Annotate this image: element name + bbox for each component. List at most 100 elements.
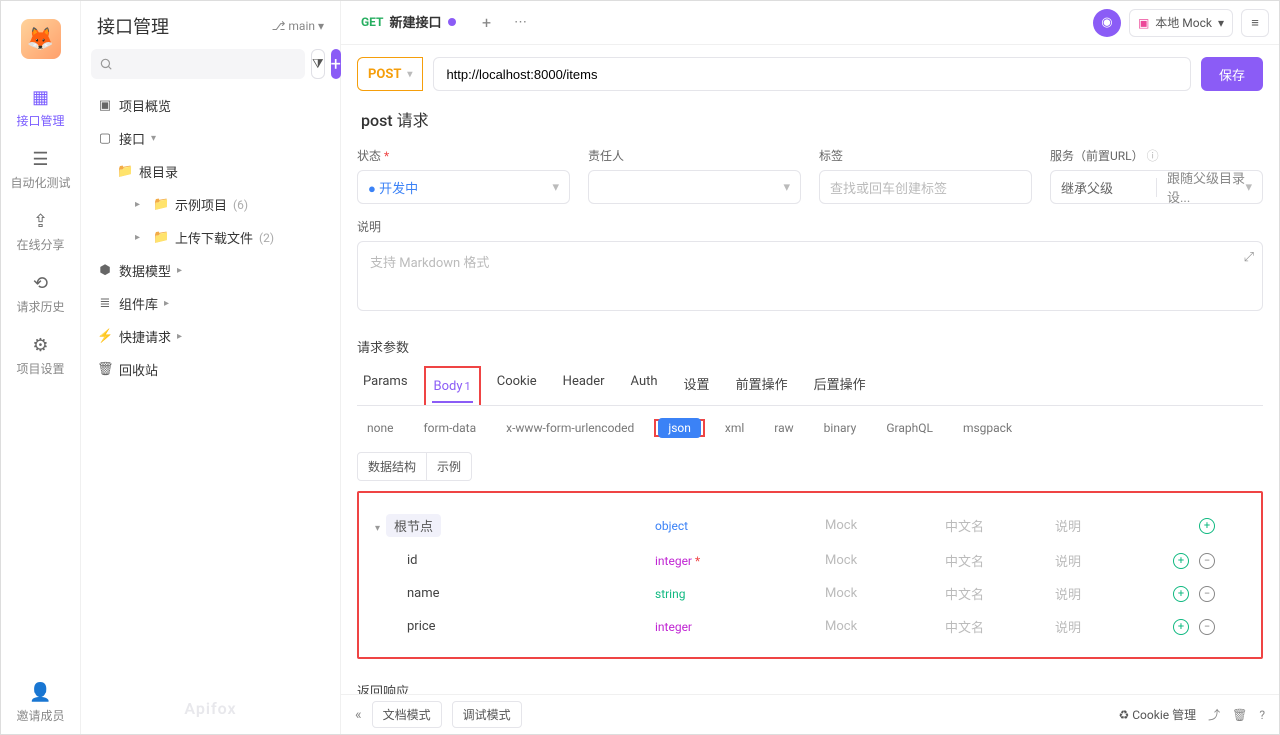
doc-mode-button[interactable]: 文档模式	[372, 701, 442, 728]
nav-rail: 🦊 ▦接口管理 ☰自动化测试 ⇪在线分享 ⟲请求历史 ⚙项目设置 👤邀请成员	[1, 1, 81, 734]
rail-automation[interactable]: ☰自动化测试	[1, 139, 80, 201]
folder-icon: 📁	[153, 197, 169, 212]
param-tabs: Params Body1 Cookie Header Auth 设置 前置操作 …	[357, 366, 1263, 406]
tab-cookie[interactable]: Cookie	[495, 366, 539, 405]
schema-row-root[interactable]: ▾根节点 object Mock 中文名 说明 +	[371, 507, 1249, 544]
body-type-formdata[interactable]: form-data	[417, 418, 482, 438]
service-follow-selector[interactable]: 跟随父级目录设...▾	[1157, 168, 1262, 206]
tab-new-api[interactable]: GET 新建接口	[351, 6, 466, 39]
tree-data-model[interactable]: ⬢数据模型▸	[91, 254, 330, 287]
tab-body[interactable]: Body1	[432, 371, 473, 402]
tags-input[interactable]: 查找或回车创建标签	[819, 170, 1032, 204]
add-api-button[interactable]: +	[331, 49, 341, 79]
caret-icon[interactable]: ▾	[375, 523, 380, 534]
rail-history[interactable]: ⟲请求历史	[1, 263, 80, 325]
help-icon[interactable]: ?	[1259, 708, 1265, 722]
model-icon: ⬢	[97, 263, 113, 278]
sidebar: 接口管理 ⎇ main ▾ ⧩ + ▣项目概览 ▢接口▾ 📁根目录 ▸📁示例项目…	[81, 1, 341, 734]
tab-header[interactable]: Header	[561, 366, 607, 405]
run-button[interactable]: ◉	[1093, 9, 1121, 37]
body-type-binary[interactable]: binary	[818, 418, 863, 438]
add-field-button[interactable]: +	[1173, 619, 1189, 635]
tree-trash[interactable]: 🗑回收站	[91, 353, 330, 386]
api-group-icon: ▢	[97, 131, 113, 146]
add-field-button[interactable]: +	[1173, 586, 1189, 602]
server-icon: ▣	[1138, 16, 1149, 30]
layers-icon: ≣	[97, 296, 113, 311]
body-type-raw[interactable]: raw	[768, 418, 799, 438]
tree-upload-download[interactable]: ▸📁上传下载文件 (2)	[91, 221, 330, 254]
method-badge: GET	[361, 15, 383, 29]
trash-icon[interactable]: 🗑	[1232, 708, 1247, 722]
tree-components[interactable]: ≣组件库▸	[91, 287, 330, 320]
tab-pre-action[interactable]: 前置操作	[734, 366, 790, 405]
folder-icon: 📁	[153, 230, 169, 245]
remove-field-button[interactable]: −	[1199, 553, 1215, 569]
body-type-urlencoded[interactable]: x-www-form-urlencoded	[500, 418, 640, 438]
branch-selector[interactable]: ⎇ main ▾	[272, 19, 324, 33]
schema-row-id[interactable]: id integer * Mock 中文名 说明 +−	[371, 544, 1249, 577]
status-selector[interactable]: ● 开发中▾	[357, 170, 570, 204]
bolt-icon: ⚡	[97, 329, 113, 344]
body-type-xml[interactable]: xml	[719, 418, 750, 438]
settings-icon: ⚙	[1, 335, 80, 356]
filter-button[interactable]: ⧩	[311, 49, 325, 79]
overview-icon: ▣	[97, 98, 113, 113]
description-textarea[interactable]: 支持 Markdown 格式 ⤢	[357, 241, 1263, 311]
rail-settings[interactable]: ⚙项目设置	[1, 325, 80, 387]
owner-selector[interactable]: ▾	[588, 170, 801, 204]
sidebar-search-input[interactable]	[91, 49, 305, 79]
automation-icon: ☰	[1, 149, 80, 170]
tab-auth[interactable]: Auth	[629, 366, 660, 405]
tab-post-action[interactable]: 后置操作	[812, 366, 868, 405]
tree-rootdir[interactable]: 📁根目录	[91, 155, 330, 188]
schema-row-name[interactable]: name string Mock 中文名 说明 +−	[371, 577, 1249, 610]
rail-invite[interactable]: 👤邀请成员	[1, 672, 80, 734]
debug-mode-button[interactable]: 调试模式	[452, 701, 522, 728]
owner-label: 责任人	[588, 147, 801, 164]
add-field-button[interactable]: +	[1173, 553, 1189, 569]
sidebar-title: 接口管理	[97, 13, 169, 39]
tab-params[interactable]: Params	[361, 366, 410, 405]
tree-overview[interactable]: ▣项目概览	[91, 89, 330, 122]
cookie-manage-button[interactable]: ♻ Cookie 管理	[1119, 706, 1197, 723]
method-selector[interactable]: POST▾	[357, 57, 423, 91]
struct-tab-schema[interactable]: 数据结构	[357, 452, 427, 481]
new-tab-button[interactable]: +	[474, 10, 500, 36]
save-button[interactable]: 保存	[1201, 57, 1263, 91]
main-menu-button[interactable]: ≡	[1241, 9, 1269, 37]
expand-icon[interactable]: ⤢	[1244, 250, 1254, 265]
remove-field-button[interactable]: −	[1199, 619, 1215, 635]
body-type-json[interactable]: json	[658, 418, 701, 438]
chevron-down-icon: ▾	[783, 180, 790, 195]
tree-quick-request[interactable]: ⚡快捷请求▸	[91, 320, 330, 353]
struct-tab-example[interactable]: 示例	[427, 452, 472, 481]
service-inherit-selector[interactable]: 继承父级	[1051, 178, 1157, 197]
tree-api-root[interactable]: ▢接口▾	[91, 122, 330, 155]
collapse-button[interactable]: «	[355, 707, 362, 723]
body-type-graphql[interactable]: GraphQL	[880, 418, 939, 438]
tree-example-project[interactable]: ▸📁示例项目 (6)	[91, 188, 330, 221]
body-type-none[interactable]: none	[361, 418, 399, 438]
add-field-button[interactable]: +	[1199, 518, 1215, 534]
upload-icon[interactable]: ⤴	[1208, 706, 1220, 723]
tags-label: 标签	[819, 147, 1032, 164]
schema-row-price[interactable]: price integer Mock 中文名 说明 +−	[371, 610, 1249, 643]
trash-icon: 🗑	[97, 362, 113, 377]
rail-share[interactable]: ⇪在线分享	[1, 201, 80, 263]
tab-more-button[interactable]: ⋯	[508, 10, 534, 36]
url-input[interactable]	[433, 57, 1191, 91]
environment-selector[interactable]: ▣本地 Mock▾	[1129, 9, 1233, 37]
tab-settings[interactable]: 设置	[682, 366, 712, 405]
main-pane: GET 新建接口 + ⋯ ◉ ▣本地 Mock▾ ≡ POST▾ 保存 post…	[341, 1, 1279, 734]
history-icon: ⟲	[1, 273, 80, 294]
chevron-down-icon: ▾	[407, 69, 412, 80]
chevron-down-icon: ▾	[1218, 16, 1224, 30]
compass-icon: ◉	[1101, 15, 1112, 30]
info-icon: ⓘ	[1147, 149, 1159, 163]
remove-field-button[interactable]: −	[1199, 586, 1215, 602]
api-name-input[interactable]: post 请求	[357, 103, 1263, 147]
body-type-msgpack[interactable]: msgpack	[957, 418, 1018, 438]
filter-icon: ⧩	[312, 57, 324, 72]
rail-api-mgmt[interactable]: ▦接口管理	[1, 77, 80, 139]
